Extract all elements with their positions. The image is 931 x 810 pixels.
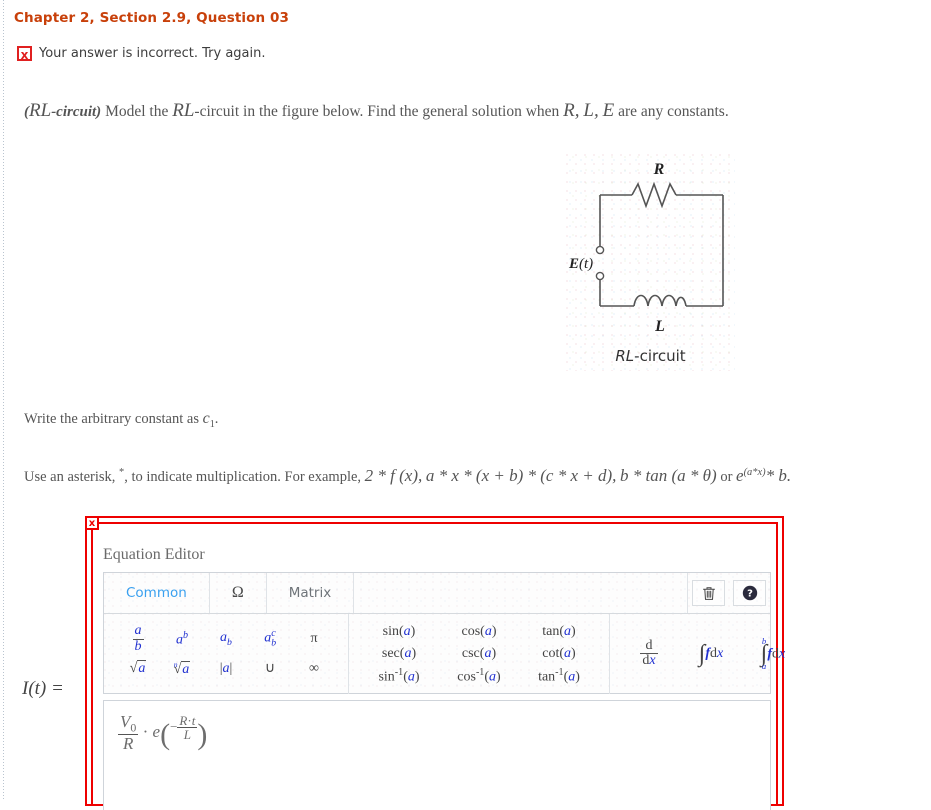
symbol-arctan[interactable]: tan-1(a)	[538, 667, 580, 685]
note-constant: Write the arbitrary constant as c1.	[24, 410, 218, 430]
question-text-3: are any constants.	[618, 103, 729, 120]
trash-icon	[702, 586, 715, 600]
resistor-symbol	[631, 181, 677, 209]
note2-or: or	[720, 469, 733, 485]
answer-numerator: V0	[118, 712, 139, 735]
inductor-symbol	[633, 294, 687, 307]
symbol-cos[interactable]: cos(a)	[461, 625, 496, 639]
answer-label: I(t) =	[22, 678, 64, 699]
question-text-1: Model the	[105, 103, 169, 120]
symbol-sin[interactable]: sin(a)	[383, 625, 416, 639]
note2-example-4-sup: (a*x)	[743, 467, 766, 479]
equation-editor-panel: Equation Editor Common Ω Matrix ? a b ab…	[85, 516, 785, 810]
figure-caption-rest: -circuit	[634, 347, 686, 365]
note2-example-3: b * tan (a * θ)	[620, 466, 717, 485]
symbol-subscript[interactable]: ab	[220, 630, 232, 648]
note1-post: .	[214, 411, 219, 427]
palette-group-calculus: d dx ∫fdx b ∫ a fdx	[610, 614, 812, 694]
symbol-square-root[interactable]: √a	[130, 660, 147, 676]
note2-example-4-base: e	[736, 466, 744, 485]
answer-expression: V0 R · e(− R·t L)	[118, 713, 207, 753]
answer-base-e: e	[152, 721, 161, 741]
symbol-superscript[interactable]: ab	[176, 630, 188, 648]
symbol-arccos[interactable]: cos-1(a)	[457, 667, 500, 685]
palette-tool-buttons: ?	[688, 573, 770, 613]
symbol-sec[interactable]: sec(a)	[382, 647, 416, 661]
symbol-tan[interactable]: tan(a)	[542, 625, 575, 639]
tab-omega[interactable]: Ω	[210, 573, 267, 613]
symbol-arcsin[interactable]: sin-1(a)	[378, 667, 419, 685]
answer-multiply-dot: ·	[142, 721, 149, 741]
symbol-pi[interactable]: π	[310, 632, 317, 646]
note1-text: Write the arbitrary constant as	[24, 411, 199, 427]
page-left-rule	[3, 0, 4, 800]
help-icon: ?	[742, 585, 757, 601]
note2-mid: , to indicate multiplication. For exampl…	[124, 469, 362, 485]
question-text-2: -circuit in the figure below. Find the g…	[194, 103, 560, 120]
question-rl-2: RL	[172, 100, 195, 121]
answer-input-canvas[interactable]: V0 R · e(− R·t L)	[103, 700, 771, 810]
question-var-l: L,	[583, 100, 599, 121]
source-terminal-bottom	[595, 271, 605, 281]
close-equation-editor-button[interactable]: x	[85, 516, 99, 530]
symbol-palette: Common Ω Matrix ? a b ab ab abc π √a n√a…	[103, 572, 785, 694]
symbol-absolute-value[interactable]: |a|	[220, 662, 233, 676]
symbol-definite-integral[interactable]: b ∫ a fdx	[761, 637, 785, 671]
symbol-fraction[interactable]: ab	[132, 623, 144, 654]
circuit-svg: R E(t) L	[568, 161, 724, 335]
note2-pre: Use an asterisk,	[24, 469, 116, 485]
symbol-nth-root[interactable]: n√a	[174, 661, 191, 677]
symbol-csc[interactable]: csc(a)	[462, 647, 496, 661]
figure-caption: RL-circuit	[566, 347, 735, 365]
palette-symbol-area: ab ab ab abc π √a n√a |a| ∪ ∞ sin(a) cos…	[104, 614, 785, 694]
note1-var: c	[202, 410, 210, 427]
equation-editor-title: Equation Editor	[103, 546, 205, 563]
note2-example-4-tail: * b.	[765, 466, 792, 485]
tabbar-spacer	[354, 573, 688, 613]
symbol-union[interactable]: ∪	[265, 662, 275, 676]
answer-exponent: − R·t L	[170, 712, 198, 743]
palette-trig-grid: sin(a) cos(a) tan(a) sec(a) csc(a) cot(a…	[349, 621, 609, 687]
figure-caption-rl: RL	[615, 347, 635, 365]
source-label: E(t)	[568, 256, 593, 272]
rl-circuit-figure: R E(t) L RL-circuit	[566, 154, 735, 371]
palette-calculus-grid: d dx ∫fdx b ∫ a fdx	[610, 637, 812, 671]
question-tag-rl: RL	[29, 100, 52, 121]
question-prompt: (RL-circuit) Model the RL-circuit in the…	[24, 100, 729, 122]
tab-common[interactable]: Common	[104, 573, 210, 613]
symbol-sub-superscript[interactable]: abc	[264, 629, 276, 648]
palette-group-trig: sin(a) cos(a) tan(a) sec(a) csc(a) cot(a…	[349, 614, 610, 694]
tab-matrix[interactable]: Matrix	[267, 573, 355, 613]
inductor-label: L	[654, 318, 665, 335]
answer-fraction: V0 R	[118, 712, 139, 753]
trash-button[interactable]	[692, 580, 725, 606]
symbol-derivative[interactable]: d dx	[640, 638, 658, 669]
question-var-e: E	[602, 100, 615, 121]
x-mark-icon: x	[17, 46, 32, 62]
answer-open-paren: (	[160, 717, 171, 751]
svg-text:?: ?	[747, 589, 753, 600]
note2-example-1: 2 * f (x),	[364, 466, 423, 485]
feedback-banner: x Your answer is incorrect. Try again.	[17, 46, 266, 62]
resistor-label: R	[653, 161, 665, 178]
help-button[interactable]: ?	[733, 580, 766, 606]
question-tag-circuit: -circuit)	[51, 104, 102, 120]
equation-editor-inner-frame: Equation Editor Common Ω Matrix ? a b ab…	[91, 522, 785, 810]
symbol-cot[interactable]: cot(a)	[542, 647, 575, 661]
feedback-text: Your answer is incorrect. Try again.	[39, 46, 266, 61]
answer-denominator: R	[122, 733, 134, 753]
page-title: Chapter 2, Section 2.9, Question 03	[14, 10, 290, 26]
palette-group-basic: ab ab ab abc π √a n√a |a| ∪ ∞	[104, 614, 349, 694]
source-terminal-top	[595, 245, 605, 255]
symbol-infinity[interactable]: ∞	[309, 662, 319, 676]
note2-example-2: a * x * (x + b) * (c * x + d),	[425, 466, 617, 485]
note-asterisk: Use an asterisk, *, to indicate multipli…	[24, 466, 791, 486]
question-var-r: R,	[563, 100, 580, 121]
symbol-indefinite-integral[interactable]: ∫fdx	[699, 642, 723, 666]
answer-close-paren: )	[197, 717, 208, 751]
palette-basic-grid: ab ab ab abc π √a n√a |a| ∪ ∞	[104, 623, 348, 684]
palette-tabbar: Common Ω Matrix ?	[104, 573, 770, 614]
